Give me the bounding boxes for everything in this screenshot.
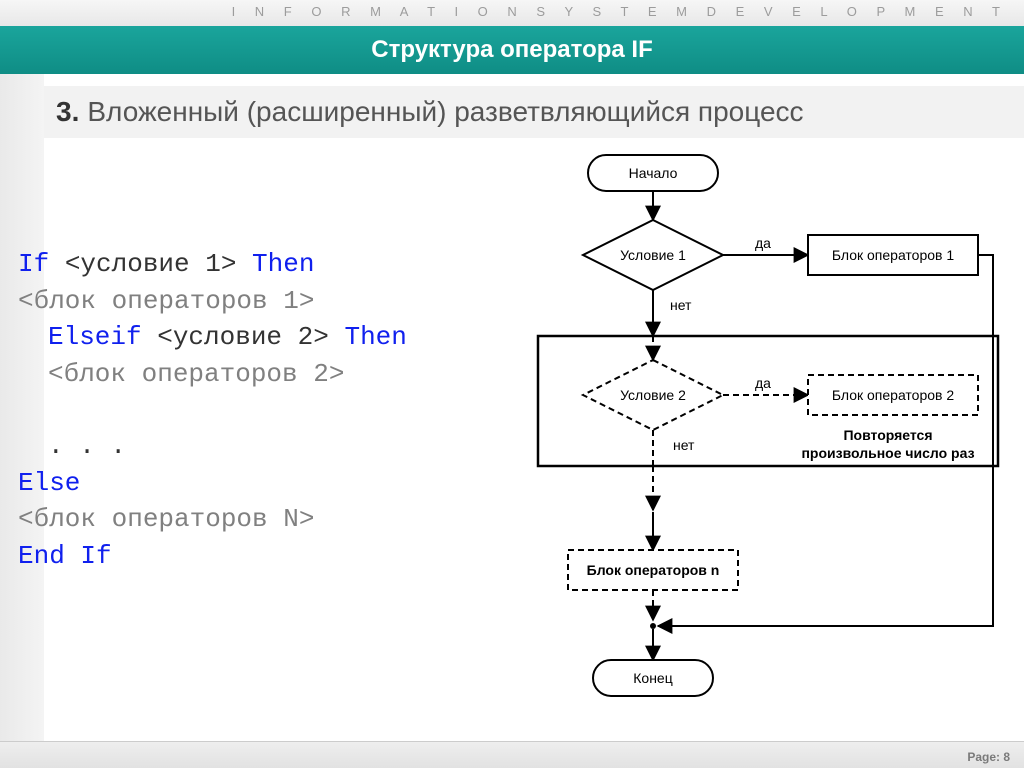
flow-no1: нет <box>670 297 692 313</box>
flow-yes1: да <box>755 235 771 251</box>
subtitle-text: Вложенный (расширенный) разветвляющийся … <box>87 96 803 128</box>
code-block: If <условие 1> Then <блок операторов 1> … <box>18 210 407 574</box>
kw-elseif: Elseif <box>48 322 157 352</box>
blockN: <блок операторов N> <box>18 504 314 534</box>
footer-bar: Page: 8 <box>0 741 1024 768</box>
dots: . . . <box>48 431 126 461</box>
flow-cond1: Условие 1 <box>620 247 686 263</box>
kw-if: If <box>18 249 65 279</box>
block2: <блок операторов 2> <box>48 359 344 389</box>
block1: <блок операторов 1> <box>18 286 314 316</box>
flow-block2: Блок операторов 2 <box>832 387 955 403</box>
flow-end: Конец <box>633 670 672 686</box>
cond2: <условие 2> <box>157 322 329 352</box>
kw-endif: End If <box>18 541 112 571</box>
flow-repeat1: Повторяется <box>843 427 932 443</box>
subtitle-band: 3. Вложенный (расширенный) разветвляющий… <box>44 86 1024 138</box>
kw-then2: Then <box>329 322 407 352</box>
title-bar: Структура оператора IF <box>0 26 1024 74</box>
flow-blockN: Блок операторов n <box>587 562 720 578</box>
kw-then: Then <box>236 249 314 279</box>
flowchart: Начало Условие 1 да Блок операторов 1 не… <box>488 150 1008 710</box>
slide-title: Структура оператора IF <box>371 36 652 64</box>
subtitle-number: 3. <box>56 96 79 128</box>
flow-cond2: Условие 2 <box>620 387 686 403</box>
slide: I N F O R M A T I O N S Y S T E M D E V … <box>0 0 1024 768</box>
cond1: <условие 1> <box>65 249 237 279</box>
flow-yes2: да <box>755 375 771 391</box>
kw-else: Else <box>18 468 80 498</box>
header-strip: I N F O R M A T I O N S Y S T E M D E V … <box>0 0 1024 27</box>
flow-repeat2: произвольное число раз <box>801 445 974 461</box>
page-number: Page: 8 <box>967 750 1010 764</box>
flow-no2: нет <box>673 437 695 453</box>
flow-block1: Блок операторов 1 <box>832 247 955 263</box>
flow-start: Начало <box>629 165 678 181</box>
kicker-text: I N F O R M A T I O N S Y S T E M D E V … <box>232 4 1008 19</box>
